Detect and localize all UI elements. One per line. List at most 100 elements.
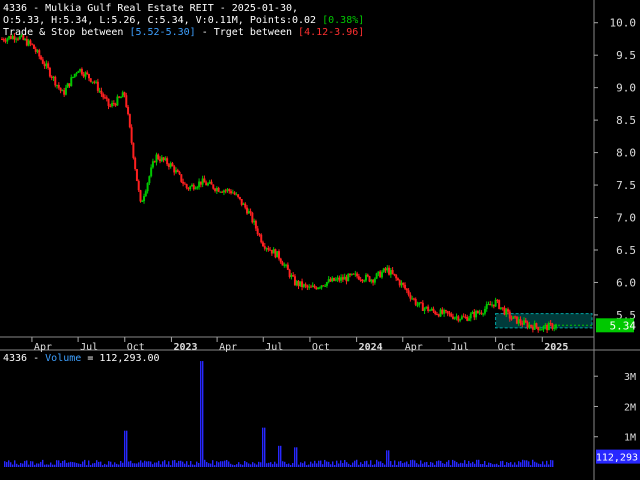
volume-bar [414, 460, 416, 467]
candle-body [451, 316, 454, 319]
candle-body [487, 304, 490, 306]
candle-body [57, 84, 60, 88]
candle-body [86, 72, 89, 75]
candle-body [404, 284, 407, 289]
volume-bar [300, 462, 302, 467]
volume-bar [446, 461, 448, 467]
volume-bar [188, 464, 190, 467]
candle-body [542, 326, 545, 330]
candle-body [491, 304, 494, 306]
candle-body [219, 191, 222, 193]
volume-bar [374, 464, 376, 467]
volume-bar [54, 464, 56, 467]
volume-bar [180, 460, 182, 467]
volume-bar [124, 430, 126, 467]
candle-body [84, 72, 87, 77]
volume-bar [422, 463, 424, 467]
candle-body [169, 163, 172, 167]
candle-body [325, 282, 328, 286]
volume-bar [22, 463, 24, 467]
candle-body [192, 184, 195, 190]
candle-body [386, 267, 389, 271]
candle-body [66, 83, 69, 88]
volume-bar [94, 463, 96, 467]
candle-body [107, 98, 110, 106]
volume-bar [48, 464, 50, 467]
volume-bar [220, 461, 222, 467]
candle-body [162, 157, 165, 161]
candle-body [389, 270, 392, 275]
candle-body [222, 190, 225, 193]
volume-bar [268, 462, 270, 467]
candle-body [345, 276, 348, 282]
candle-body [208, 181, 211, 184]
volume-bar [186, 461, 188, 467]
volume-bar [32, 461, 34, 467]
candle-body [180, 174, 183, 182]
candle-body [311, 285, 314, 288]
volume-bar [112, 464, 114, 467]
volume-bar [442, 463, 444, 467]
volume-bar [438, 460, 440, 467]
candle-body [301, 281, 304, 288]
candle-body [61, 90, 64, 92]
volume-bar [70, 461, 72, 467]
candle-body [501, 307, 504, 309]
volume-bar [496, 463, 498, 467]
volume-tick-label: 2M [624, 402, 636, 413]
stock-chart[interactable]: 10.09.59.08.58.07.57.06.56.05.5Apr Jul Oct… [0, 0, 640, 480]
volume-bar [412, 459, 414, 467]
volume-bar [456, 462, 458, 467]
candle-body [485, 304, 488, 309]
candle-body [238, 197, 241, 199]
candle-body [135, 169, 138, 181]
candle-body [116, 96, 119, 106]
volume-bar [240, 464, 242, 467]
volume-bar [14, 460, 16, 467]
volume-bar [336, 460, 338, 467]
candle-body [47, 63, 50, 68]
volume-bar [348, 463, 350, 467]
volume-bar [350, 464, 352, 467]
volume-bar [430, 461, 432, 467]
volume-bar [346, 462, 348, 467]
candle-body [459, 319, 462, 321]
candle-body [153, 161, 156, 163]
candle-body [388, 267, 391, 275]
candle-body [141, 201, 144, 203]
candle-body [375, 273, 378, 279]
candle-body [1, 38, 3, 40]
volume-bar [130, 460, 132, 467]
volume-bar [174, 460, 176, 467]
volume-bar [318, 460, 320, 467]
candle-body [494, 299, 497, 307]
volume-bar [170, 465, 172, 467]
candle-body [338, 277, 341, 281]
candle-body [441, 309, 444, 314]
volume-bar [398, 461, 400, 467]
trade-target-readout: Trade & Stop between [5.52-5.30] - Trget… [3, 27, 365, 38]
price-tick-label: 8.0 [616, 147, 636, 160]
candle-body [475, 310, 478, 318]
volume-bar [64, 460, 66, 467]
volume-bar [432, 462, 434, 467]
candle-body [379, 271, 382, 278]
candle-body [430, 308, 433, 311]
candle-body [31, 43, 34, 45]
candle-body [288, 269, 291, 277]
volume-bar [522, 459, 524, 467]
candle-body [402, 282, 405, 285]
candle-body [515, 316, 518, 324]
candle-body [224, 190, 227, 192]
volume-bar [56, 460, 58, 467]
candle-body [128, 114, 131, 128]
volume-bar [426, 461, 428, 467]
volume-bar [218, 462, 220, 467]
volume-bar [488, 462, 490, 467]
candle-body [235, 194, 238, 196]
candle-body [203, 178, 206, 183]
candle-body [276, 251, 279, 258]
volume-bar [254, 463, 256, 467]
volume-bar [248, 463, 250, 467]
volume-bar [450, 465, 452, 467]
